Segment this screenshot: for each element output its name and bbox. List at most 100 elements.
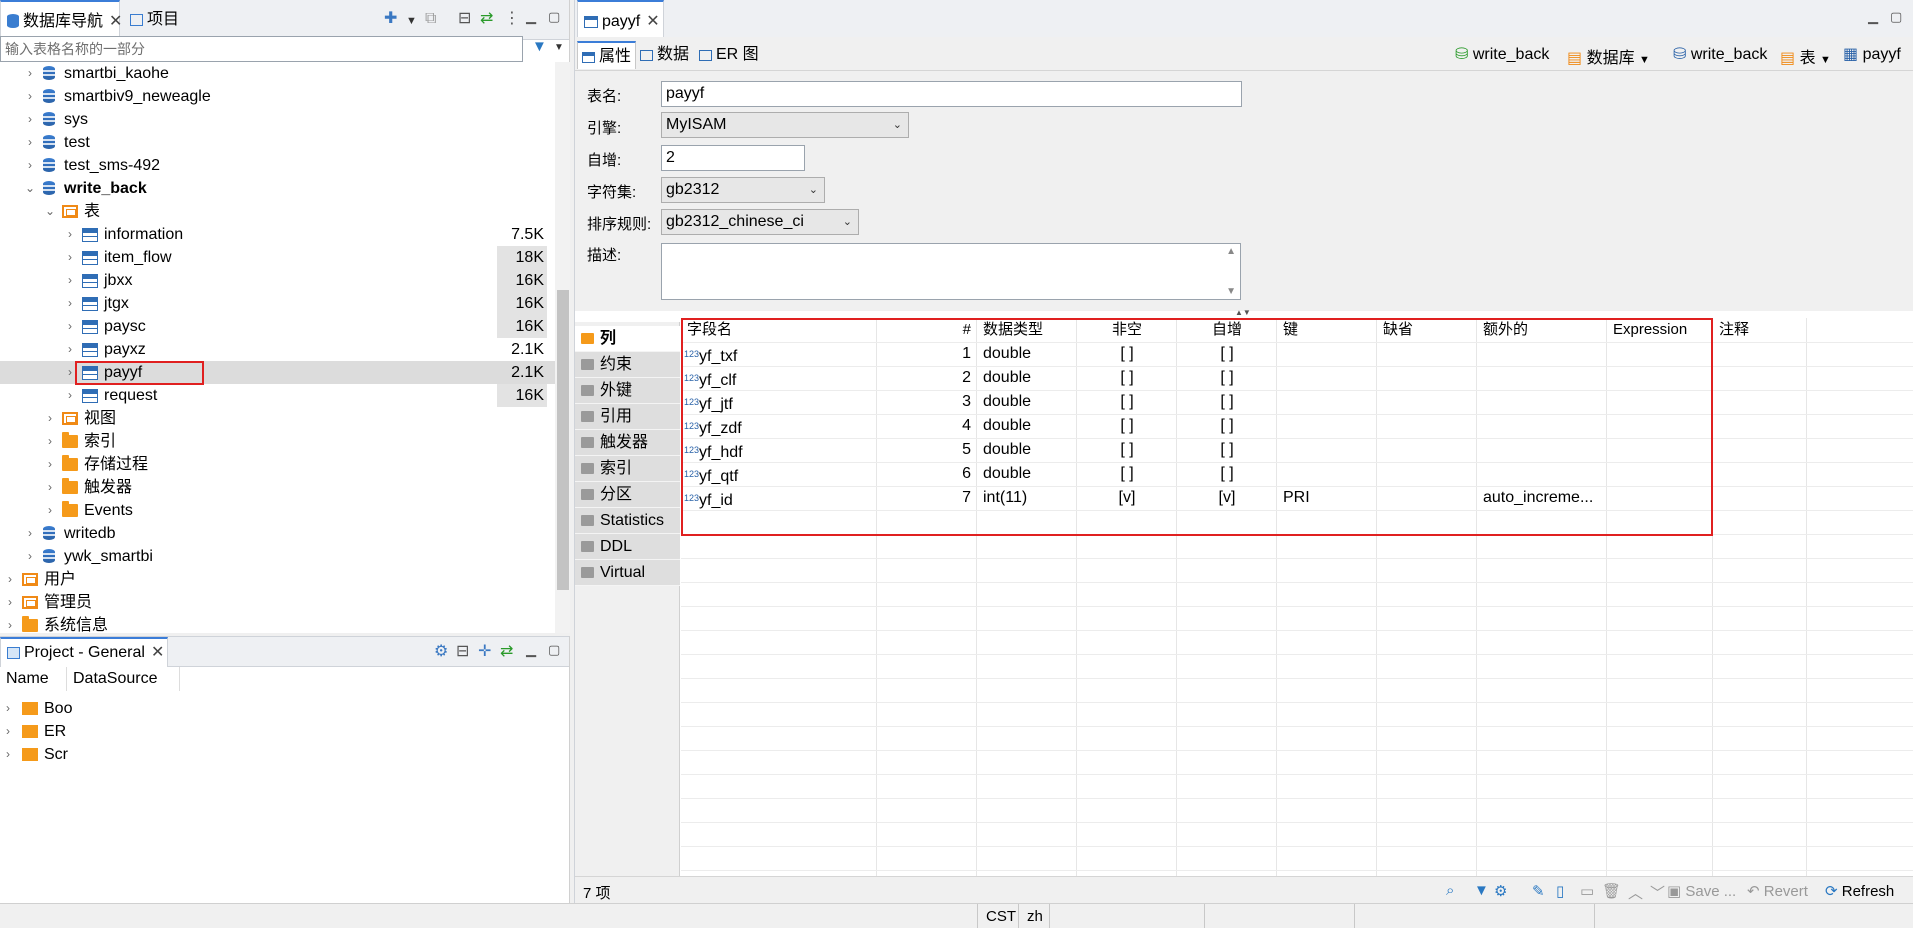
edit-icon[interactable]: ✎	[1532, 882, 1545, 900]
collapse-icon[interactable]: ⊟	[456, 644, 469, 660]
crumb-tables-label[interactable]: ▤ 表 ▼	[1780, 44, 1831, 68]
chevron-down-icon[interactable]: ▼	[406, 13, 417, 29]
chevron-right-icon[interactable]: ›	[4, 568, 16, 591]
tree-item[interactable]: › item_flow 18K	[0, 246, 555, 269]
tree-item[interactable]: › jtgx 16K	[0, 292, 555, 315]
chevron-right-icon[interactable]: ›	[24, 522, 36, 545]
minimize-icon[interactable]: ▁	[1868, 9, 1878, 25]
link-icon[interactable]: ✛	[478, 644, 491, 660]
tab-project-general[interactable]: Project - General ✕	[0, 637, 168, 667]
chevron-right-icon[interactable]: ›	[6, 697, 10, 720]
new-connection-icon[interactable]: ✚	[384, 11, 397, 27]
tree-item[interactable]: ⌄ write_back	[0, 177, 555, 200]
vtab-6[interactable]: 分区	[575, 482, 680, 508]
close-icon[interactable]: ✕	[151, 639, 164, 667]
vtab-5[interactable]: 索引	[575, 456, 680, 482]
chevron-right-icon[interactable]: ›	[44, 430, 56, 453]
chevron-right-icon[interactable]: ›	[64, 384, 76, 407]
save-button[interactable]: ▣ Save ...	[1667, 882, 1736, 900]
vtab-7[interactable]: Statistics	[575, 508, 680, 534]
chevron-right-icon[interactable]: ›	[6, 743, 10, 766]
minimize-icon[interactable]: ▁	[526, 642, 536, 658]
tree-item[interactable]: › smartbiv9_neweagle	[0, 85, 555, 108]
chevron-down-icon[interactable]: ▼	[554, 42, 564, 53]
navigator-scroll-thumb[interactable]	[557, 290, 569, 590]
tree-item[interactable]: ⌄ 表	[0, 200, 555, 223]
tree-item[interactable]: › jbxx 16K	[0, 269, 555, 292]
tree-item[interactable]: › request 16K	[0, 384, 555, 407]
charset-select[interactable]: gb2312 ⌄	[661, 177, 825, 203]
column-datasource[interactable]: DataSource	[73, 670, 158, 688]
tree-item[interactable]: › payxz 2.1K	[0, 338, 555, 361]
tree-item[interactable]: › 触发器	[0, 476, 555, 499]
chevron-right-icon[interactable]: ›	[24, 62, 36, 85]
chevron-right-icon[interactable]: ›	[64, 292, 76, 315]
subtab-data[interactable]: 数据	[636, 41, 693, 69]
tree-item[interactable]: › 用户	[0, 568, 555, 591]
chevron-right-icon[interactable]: ›	[6, 720, 10, 743]
chevron-right-icon[interactable]: ›	[4, 591, 16, 614]
tree-item[interactable]: › 管理员	[0, 591, 555, 614]
filter-icon[interactable]: ▼	[532, 38, 547, 55]
description-field[interactable]: ▲ ▼	[661, 243, 1241, 300]
vtab-0[interactable]: 列	[575, 326, 680, 352]
tree-item[interactable]: › 索引	[0, 430, 555, 453]
chevron-right-icon[interactable]: ›	[44, 453, 56, 476]
table-filter-input[interactable]	[0, 36, 523, 62]
tree-item[interactable]: › Events	[0, 499, 555, 522]
move-down-icon[interactable]: ﹀	[1650, 882, 1665, 903]
project-item[interactable]: › ER	[0, 720, 570, 743]
crumb-table[interactable]: ▦ payyf	[1843, 44, 1901, 64]
chevron-down-icon[interactable]: ⌄	[24, 177, 36, 200]
maximize-icon[interactable]: ▢	[548, 9, 560, 25]
chevron-right-icon[interactable]: ›	[64, 315, 76, 338]
grid-header[interactable]: 注释	[1713, 318, 1807, 342]
sash-icon[interactable]: ▲▼	[1235, 308, 1251, 317]
chevron-right-icon[interactable]: ›	[64, 269, 76, 292]
gear-icon[interactable]: ⚙	[1494, 882, 1507, 900]
scroll-up-icon[interactable]: ▲	[1226, 246, 1236, 257]
chevron-down-icon[interactable]: ⌄	[44, 200, 56, 223]
project-item[interactable]: › Scr	[0, 743, 570, 766]
scroll-down-icon[interactable]: ▼	[1226, 286, 1236, 297]
tree-item[interactable]: › information 7.5K	[0, 223, 555, 246]
subtab-properties[interactable]: 属性	[577, 41, 637, 69]
tree-item[interactable]: › test_sms-492	[0, 154, 555, 177]
vtab-4[interactable]: 触发器	[575, 430, 680, 456]
copy-icon[interactable]: ▭	[1580, 882, 1594, 900]
chevron-right-icon[interactable]: ›	[24, 154, 36, 177]
chevron-right-icon[interactable]: ›	[44, 476, 56, 499]
move-up-icon[interactable]: ︿	[1628, 882, 1643, 903]
vtab-3[interactable]: 引用	[575, 404, 680, 430]
collapse-icon[interactable]: ⊟	[458, 11, 471, 27]
table-name-field[interactable]: payyf	[661, 81, 1242, 107]
close-icon[interactable]: ✕	[646, 2, 659, 42]
collation-select[interactable]: gb2312_chinese_ci ⌄	[661, 209, 859, 235]
vtab-9[interactable]: Virtual	[575, 560, 680, 586]
engine-select[interactable]: MyISAM ⌄	[661, 112, 909, 138]
chevron-right-icon[interactable]: ›	[24, 85, 36, 108]
refresh-button[interactable]: ⟳ Refresh	[1825, 882, 1894, 900]
maximize-icon[interactable]: ▢	[548, 642, 560, 658]
tree-item[interactable]: › paysc 16K	[0, 315, 555, 338]
vtab-1[interactable]: 约束	[575, 352, 680, 378]
chevron-right-icon[interactable]: ›	[64, 338, 76, 361]
tree-item[interactable]: › 存储过程	[0, 453, 555, 476]
vtab-8[interactable]: DDL	[575, 534, 680, 560]
filter-icon[interactable]: ▼	[1474, 882, 1489, 899]
chevron-right-icon[interactable]: ›	[44, 499, 56, 522]
more-icon[interactable]: ⋮	[504, 11, 520, 27]
tree-item[interactable]: › smartbi_kaohe	[0, 62, 555, 85]
tree-item[interactable]: › 系统信息	[0, 614, 555, 637]
revert-button[interactable]: ↶ Revert	[1747, 882, 1808, 900]
vtab-2[interactable]: 外键	[575, 378, 680, 404]
minimize-icon[interactable]: ▁	[526, 9, 536, 25]
maximize-icon[interactable]: ▢	[1890, 9, 1902, 25]
tab-editor-payyf[interactable]: payyf ✕	[577, 0, 664, 40]
chevron-right-icon[interactable]: ›	[44, 407, 56, 430]
crumb-connection[interactable]: ⛁ write_back	[1455, 44, 1549, 64]
column-name[interactable]: Name	[6, 670, 49, 688]
delete-icon[interactable]: 🗑	[1602, 882, 1621, 900]
subtab-er-diagram[interactable]: ER 图	[695, 41, 763, 69]
tree-item[interactable]: › test	[0, 131, 555, 154]
